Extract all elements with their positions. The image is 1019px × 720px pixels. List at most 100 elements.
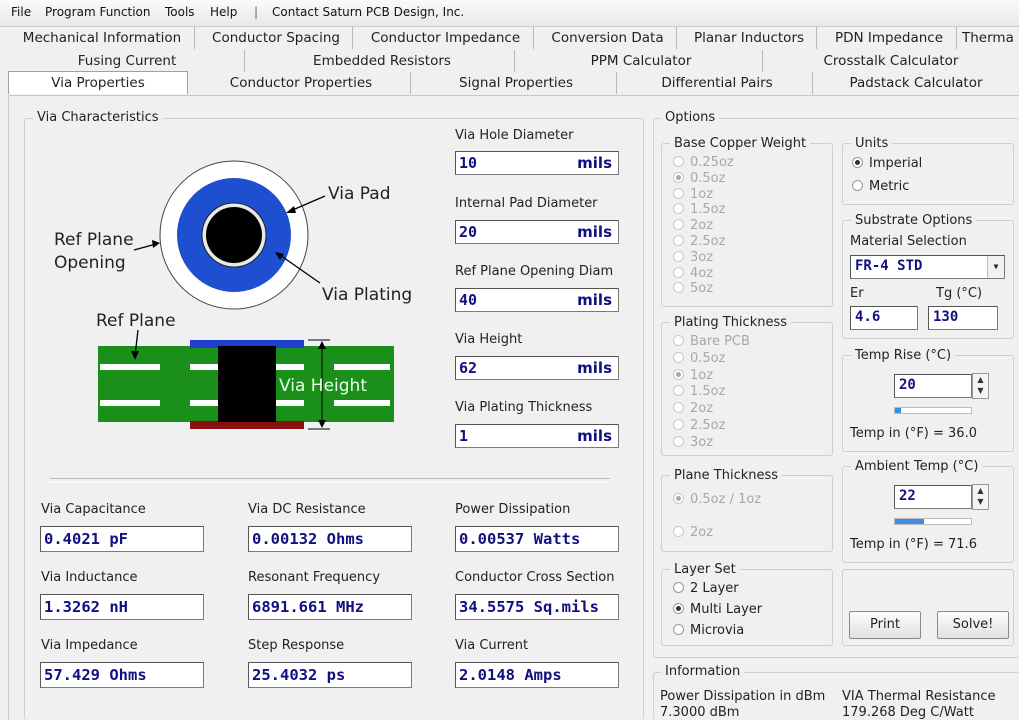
- tg-input[interactable]: 130: [928, 306, 998, 330]
- radio-dot: [673, 351, 684, 363]
- base-copper-title: Base Copper Weight: [670, 136, 811, 151]
- menu-program-function[interactable]: Program Function: [45, 5, 151, 19]
- bottom-pad: [190, 421, 304, 429]
- tab-conversion-data[interactable]: Conversion Data: [539, 27, 677, 49]
- tab-conductor-impedance[interactable]: Conductor Impedance: [358, 27, 534, 49]
- tab-fusing-current[interactable]: Fusing Current: [10, 50, 245, 72]
- plane-thickness-0-5oz-radio[interactable]: 0.5oz / 1oz: [673, 492, 761, 507]
- via-height-input[interactable]: 62 mils: [455, 356, 619, 380]
- spin-up-icon[interactable]: ▲: [973, 485, 988, 496]
- tab-mechanical-information[interactable]: Mechanical Information: [10, 27, 195, 49]
- plane-thickness-group: [661, 475, 833, 552]
- internal-pad-diameter-input[interactable]: 20 mils: [455, 220, 619, 244]
- material-selection-label: Material Selection: [850, 234, 967, 249]
- temp-rise-slider[interactable]: [894, 407, 972, 414]
- menu-file[interactable]: File: [11, 5, 31, 19]
- tab-row-2: Fusing Current Embedded Resistors PPM Ca…: [0, 50, 1019, 72]
- tab-pdn-impedance[interactable]: PDN Impedance: [822, 27, 957, 49]
- plating-radio-3[interactable]: 1.5oz: [673, 384, 725, 399]
- tab-via-properties[interactable]: Via Properties: [8, 71, 188, 94]
- step-response-output: 25.4032 ps: [248, 662, 412, 688]
- ambient-temp-title: Ambient Temp (°C): [851, 459, 983, 474]
- tg-label: Tg (°C): [936, 286, 983, 301]
- plane-thickness-2oz-radio[interactable]: 2oz: [673, 525, 713, 540]
- tab-padstack-calculator[interactable]: Padstack Calculator: [818, 72, 1014, 94]
- plating-option-label: 1oz: [690, 367, 714, 383]
- base-copper-option-label: 0.25oz: [690, 155, 734, 170]
- via-hole-diameter-input[interactable]: 10 mils: [455, 151, 619, 175]
- base-copper-radio-7[interactable]: 4oz: [673, 266, 713, 281]
- plating-radio-5[interactable]: 2.5oz: [673, 418, 725, 433]
- base-copper-radio-6[interactable]: 3oz: [673, 250, 713, 265]
- layer-set-microvia-radio[interactable]: Microvia: [673, 623, 744, 638]
- plating-radio-0[interactable]: Bare PCB: [673, 334, 750, 349]
- plating-option-label: 2.5oz: [690, 418, 726, 433]
- radio-dot: [673, 493, 684, 504]
- via-plating-thickness-input[interactable]: 1 mils: [455, 424, 619, 448]
- plating-radio-6[interactable]: 3oz: [673, 435, 713, 450]
- radio-dot: [852, 180, 863, 191]
- via-current-output: 2.0148 Amps: [455, 662, 619, 688]
- solve-button[interactable]: Solve!: [937, 611, 1009, 639]
- menu-tools[interactable]: Tools: [165, 5, 195, 19]
- menu-contact[interactable]: Contact Saturn PCB Design, Inc.: [272, 5, 464, 19]
- via-inductance-value: 1.3262 nH: [44, 598, 128, 616]
- radio-dot: [673, 156, 684, 167]
- temp-rise-input[interactable]: 20: [894, 374, 972, 398]
- temp-rise-value: 20: [899, 377, 916, 393]
- layer-set-multi-layer-radio[interactable]: Multi Layer: [673, 602, 762, 617]
- base-copper-option-label: 0.5oz: [690, 170, 726, 186]
- radio-dot: [673, 235, 684, 246]
- chevron-down-icon[interactable]: ▼: [987, 256, 1004, 278]
- tab-ppm-calculator[interactable]: PPM Calculator: [520, 50, 763, 72]
- ambient-temp-input[interactable]: 22: [894, 485, 972, 509]
- units-imperial-radio[interactable]: Imperial: [852, 156, 922, 171]
- tab-embedded-resistors[interactable]: Embedded Resistors: [250, 50, 515, 72]
- ambient-temp-slider[interactable]: [894, 518, 972, 525]
- print-button[interactable]: Print: [849, 611, 921, 639]
- information-title: Information: [661, 664, 745, 679]
- resonant-frequency-value: 6891.661 MHz: [252, 598, 364, 616]
- base-copper-radio-2[interactable]: 1oz: [673, 187, 713, 202]
- ambient-temp-spinner[interactable]: ▲ ▼: [972, 484, 989, 510]
- base-copper-radio-4[interactable]: 2oz: [673, 218, 713, 233]
- temp-rise-slider-fill: [895, 408, 902, 413]
- tab-conductor-spacing[interactable]: Conductor Spacing: [200, 27, 353, 49]
- temp-rise-spinner[interactable]: ▲ ▼: [972, 373, 989, 399]
- spin-down-icon[interactable]: ▼: [973, 496, 988, 507]
- power-dissipation-label: Power Dissipation: [455, 502, 571, 517]
- tab-differential-pairs[interactable]: Differential Pairs: [622, 72, 813, 94]
- units-metric-radio[interactable]: Metric: [852, 179, 909, 194]
- radio-dot: [852, 157, 863, 168]
- tab-planar-inductors[interactable]: Planar Inductors: [682, 27, 817, 49]
- base-copper-radio-3[interactable]: 1.5oz: [673, 202, 725, 217]
- base-copper-radio-1[interactable]: 0.5oz: [673, 171, 725, 186]
- radio-dot: [673, 526, 684, 537]
- base-copper-radio-8[interactable]: 5oz: [673, 281, 713, 296]
- plating-radio-2[interactable]: 1oz: [673, 368, 713, 383]
- label-via-pad: Via Pad: [328, 184, 391, 204]
- via-impedance-label: Via Impedance: [41, 638, 138, 653]
- power-dbm-value: 7.3000 dBm: [660, 705, 740, 720]
- menu-help[interactable]: Help: [210, 5, 237, 19]
- via-capacitance-label: Via Capacitance: [41, 502, 146, 517]
- tab-crosstalk-calculator[interactable]: Crosstalk Calculator: [768, 50, 1014, 72]
- via-plating-thickness-label: Via Plating Thickness: [455, 400, 593, 415]
- internal-pad-diameter-unit: mils: [577, 223, 612, 241]
- base-copper-radio-5[interactable]: 2.5oz: [673, 234, 725, 249]
- spin-up-icon[interactable]: ▲: [973, 374, 988, 385]
- plating-radio-4[interactable]: 2oz: [673, 401, 713, 416]
- material-select[interactable]: FR-4 STD ▼: [850, 255, 1005, 279]
- spin-down-icon[interactable]: ▼: [973, 385, 988, 396]
- tab-thermal[interactable]: Therma: [962, 27, 1019, 49]
- layer-set-2-layer-radio[interactable]: 2 Layer: [673, 581, 739, 596]
- radio-dot: [673, 385, 684, 397]
- er-input[interactable]: 4.6: [850, 306, 918, 330]
- tab-conductor-properties[interactable]: Conductor Properties: [192, 72, 411, 94]
- ref-plane-opening-input[interactable]: 40 mils: [455, 288, 619, 312]
- base-copper-radio-0[interactable]: 0.25oz: [673, 155, 734, 170]
- units-option-label: Metric: [869, 179, 910, 194]
- label-via-plating: Via Plating: [322, 285, 413, 305]
- tab-signal-properties[interactable]: Signal Properties: [416, 72, 617, 94]
- plating-radio-1[interactable]: 0.5oz: [673, 351, 725, 366]
